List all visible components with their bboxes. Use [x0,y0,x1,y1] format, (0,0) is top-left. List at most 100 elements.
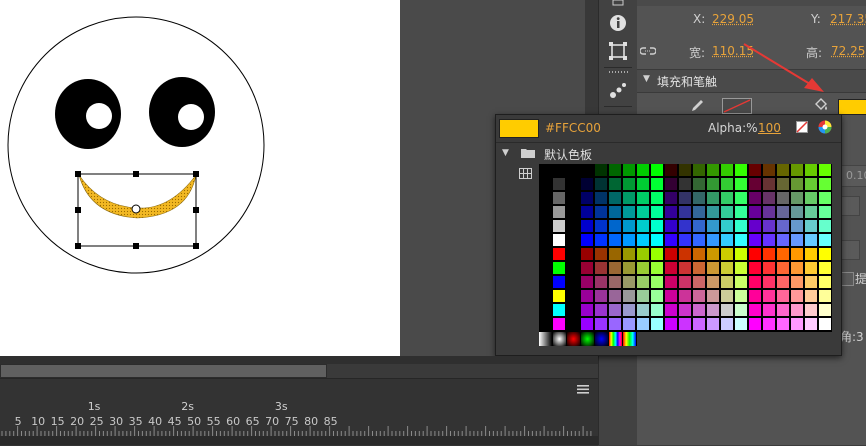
swatch[interactable] [819,164,832,177]
swatch[interactable] [735,262,748,275]
swatch[interactable] [707,262,720,275]
swatch[interactable] [553,304,566,317]
swatch[interactable] [679,192,692,205]
transform-pivot[interactable] [131,204,141,214]
swatch[interactable] [749,318,762,331]
swatch[interactable] [609,234,622,247]
swatch[interactable] [707,248,720,261]
swatch[interactable] [581,304,594,317]
swatch[interactable] [637,164,650,177]
swatch[interactable] [777,206,790,219]
swatch[interactable] [805,164,818,177]
swatch[interactable] [819,290,832,303]
face-outline[interactable] [7,16,265,274]
swatch[interactable] [679,276,692,289]
swatch[interactable] [791,262,804,275]
swatch[interactable] [651,276,664,289]
swatch[interactable] [637,234,650,247]
swatch[interactable] [609,206,622,219]
swatch[interactable] [735,192,748,205]
hint-checkbox[interactable] [840,272,854,286]
swatch[interactable] [665,304,678,317]
swatch[interactable] [777,248,790,261]
swatch[interactable] [735,248,748,261]
swatch[interactable] [609,248,622,261]
swatch[interactable] [791,234,804,247]
swatch[interactable] [805,192,818,205]
swatch[interactable] [623,276,636,289]
toolbar-top-icon[interactable] [608,0,628,6]
swatch[interactable] [763,220,776,233]
swatch[interactable] [581,206,594,219]
swatch[interactable] [749,178,762,191]
swatch[interactable] [749,262,762,275]
gradient-swatch[interactable] [595,332,609,346]
swatch[interactable] [623,262,636,275]
swatch[interactable] [553,178,566,191]
swatch[interactable] [665,276,678,289]
swatch[interactable] [595,248,608,261]
no-color-icon[interactable] [796,121,808,136]
swatch[interactable] [595,220,608,233]
swatch[interactable] [595,164,608,177]
swatch[interactable] [693,276,706,289]
swatch[interactable] [553,192,566,205]
swatch[interactable] [609,290,622,303]
swatch[interactable] [707,234,720,247]
swatch[interactable] [679,178,692,191]
swatch[interactable] [749,206,762,219]
swatch[interactable] [721,248,734,261]
panel-grip-icon[interactable] [608,68,628,76]
swatch[interactable] [819,262,832,275]
collapse-triangle-icon[interactable]: ▼ [502,148,509,158]
swatch[interactable] [581,276,594,289]
swatch[interactable] [609,276,622,289]
swatch[interactable] [763,234,776,247]
swatch[interactable] [777,318,790,331]
swatch[interactable] [581,234,594,247]
swatch[interactable] [665,248,678,261]
swatch[interactable] [777,304,790,317]
swatch[interactable] [721,178,734,191]
swatch[interactable] [735,276,748,289]
swatch[interactable] [819,234,832,247]
swatch[interactable] [735,220,748,233]
swatch[interactable] [679,234,692,247]
swatch[interactable] [651,220,664,233]
swatch[interactable] [651,206,664,219]
swatch[interactable] [805,206,818,219]
swatch[interactable] [791,220,804,233]
alpha-value-field[interactable]: 100 [758,121,781,135]
swatch[interactable] [749,276,762,289]
swatch[interactable] [595,304,608,317]
swatch[interactable] [637,318,650,331]
swatch[interactable] [819,248,832,261]
swatch[interactable] [553,234,566,247]
x-value[interactable]: 229.05 [712,12,754,26]
swatch[interactable] [553,290,566,303]
swatch[interactable] [735,164,748,177]
swatch[interactable] [581,192,594,205]
swatch[interactable] [623,164,636,177]
swatch[interactable] [749,248,762,261]
swatch[interactable] [581,178,594,191]
swatch[interactable] [651,178,664,191]
swatch[interactable] [595,290,608,303]
swatch[interactable] [777,234,790,247]
swatch[interactable] [637,290,650,303]
swatch[interactable] [805,234,818,247]
swatch[interactable] [819,220,832,233]
swatch[interactable] [651,304,664,317]
swatch[interactable] [679,220,692,233]
swatch[interactable] [763,248,776,261]
color-swatch-grid[interactable] [539,164,832,332]
swatch[interactable] [637,220,650,233]
swatch[interactable] [791,318,804,331]
swatch[interactable] [721,276,734,289]
swatch[interactable] [665,262,678,275]
swatch[interactable] [805,276,818,289]
swatch[interactable] [651,318,664,331]
swatch[interactable] [637,192,650,205]
swatch[interactable] [637,276,650,289]
swatch[interactable] [665,164,678,177]
